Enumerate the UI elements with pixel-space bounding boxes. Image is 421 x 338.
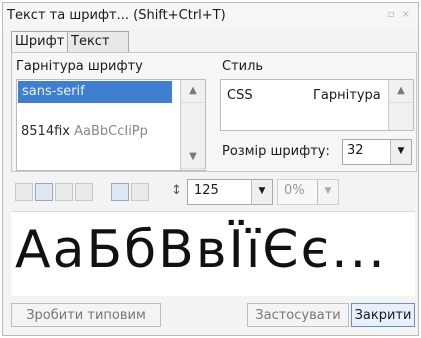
style-scrollbar[interactable]: ▲ xyxy=(388,80,413,130)
line-height-icon: ↕ xyxy=(171,183,182,198)
scroll-down-icon[interactable]: ▼ xyxy=(181,146,205,169)
letter-spacing-value: 0% xyxy=(284,183,305,198)
font-size-select[interactable]: 32 ▼ xyxy=(342,139,412,165)
scroll-up-icon[interactable]: ▲ xyxy=(389,80,413,103)
apply-button[interactable]: Застосувати xyxy=(247,303,349,327)
align-center-icon[interactable] xyxy=(35,183,53,201)
font-item-name: sans-serif xyxy=(22,84,85,99)
chevron-down-icon[interactable]: ▼ xyxy=(390,140,411,164)
font-family-list[interactable]: sans-serif 8514fix AaBbCcIiPp ▲ ▼ xyxy=(16,79,206,171)
style-list[interactable]: CSS Гарнітура ▲ xyxy=(220,79,414,131)
indent-icon[interactable] xyxy=(131,183,149,201)
chevron-down-icon[interactable]: ▼ xyxy=(251,180,272,204)
font-preview: АаБбВвЇїЄє... xyxy=(11,211,415,296)
set-default-button[interactable]: Зробити типовим xyxy=(11,303,161,327)
line-height-value: 125 xyxy=(194,183,219,198)
font-item[interactable]: 8514fix AaBbCcIiPp xyxy=(21,124,148,139)
align-right-icon[interactable] xyxy=(55,183,73,201)
font-family-scrollbar[interactable]: ▲ ▼ xyxy=(180,80,205,170)
font-item-name: 8514fix xyxy=(21,124,70,139)
style-label: Стиль xyxy=(222,59,264,74)
wrap-icon[interactable] xyxy=(111,183,129,201)
align-justify-icon[interactable] xyxy=(75,183,93,201)
letter-spacing-select[interactable]: 0% ▼ xyxy=(277,179,339,205)
tab-font-label: Шрифт xyxy=(15,34,65,49)
dialog-footer: Зробити типовим Застосувати Закрити xyxy=(11,301,415,331)
style-row-left: CSS xyxy=(227,88,253,103)
align-left-icon[interactable] xyxy=(15,183,33,201)
line-height-select[interactable]: 125 ▼ xyxy=(187,179,273,205)
window-controls[interactable]: ▫ × xyxy=(388,9,412,20)
font-size-value: 32 xyxy=(347,143,364,158)
preview-text: АаБбВвЇїЄє... xyxy=(15,220,387,280)
style-row-right: Гарнітура xyxy=(313,88,381,103)
tab-text-label: Текст xyxy=(71,34,110,49)
text-and-font-dialog: Текст та шрифт... (Shift+Ctrl+T) ▫ × Шри… xyxy=(2,2,419,336)
font-family-label: Гарнітура шрифту xyxy=(16,59,143,74)
chevron-down-icon[interactable]: ▼ xyxy=(317,180,338,204)
close-button[interactable]: Закрити xyxy=(351,303,415,327)
scroll-up-icon[interactable]: ▲ xyxy=(181,80,205,103)
tab-text[interactable]: Текст xyxy=(67,31,129,53)
titlebar: Текст та шрифт... (Shift+Ctrl+T) ▫ × xyxy=(3,3,418,29)
tab-font[interactable]: Шрифт xyxy=(11,31,69,53)
alignment-toolbar: ↕ 125 ▼ 0% ▼ xyxy=(11,177,415,207)
font-item-sample: AaBbCcIiPp xyxy=(74,124,148,139)
font-item-selected[interactable]: sans-serif xyxy=(18,81,172,103)
font-settings-pane: Гарнітура шрифту Стиль sans-serif 8514fi… xyxy=(11,52,417,172)
window-title: Текст та шрифт... (Shift+Ctrl+T) xyxy=(7,8,226,23)
font-size-label: Розмір шрифту: xyxy=(222,144,330,159)
